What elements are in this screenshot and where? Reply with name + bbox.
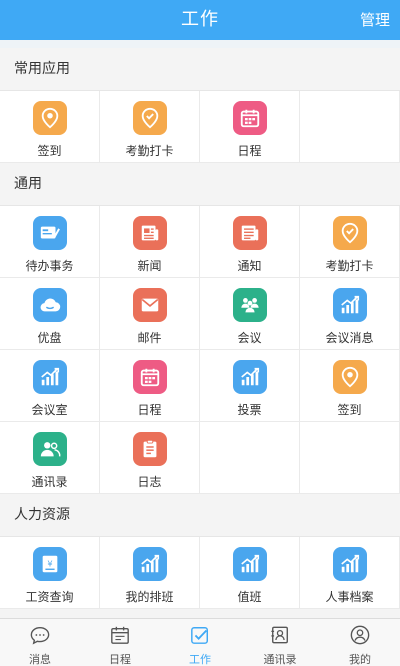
header-divider bbox=[0, 40, 400, 48]
empty-tile bbox=[300, 91, 400, 163]
app-tile-label: 待办事务 bbox=[25, 259, 74, 273]
app-tile-label: 邮件 bbox=[137, 331, 162, 345]
app-tile-general-5[interactable]: 邮件 bbox=[100, 278, 200, 350]
app-tile-common-2[interactable]: 日程 bbox=[200, 91, 300, 163]
notice-icon bbox=[232, 216, 267, 250]
tab-label: 通讯录 bbox=[263, 653, 297, 666]
empty-tile bbox=[300, 422, 400, 494]
chart-icon bbox=[32, 360, 67, 394]
hr-apps-grid: ¥ 工资查询 我的排班 值班 人事档案 bbox=[0, 536, 400, 609]
common-apps-grid: 签到 考勤打卡 日程 bbox=[0, 90, 400, 163]
app-tile-general-1[interactable]: 新闻 bbox=[100, 206, 200, 278]
mail-icon bbox=[132, 288, 167, 322]
app-tile-hr-3[interactable]: 人事档案 bbox=[300, 537, 400, 609]
section-title-hr: 人力资源 bbox=[0, 494, 400, 536]
app-tile-general-13[interactable]: 日志 bbox=[100, 422, 200, 494]
meeting-icon bbox=[232, 288, 267, 322]
tab-contacts[interactable]: 通讯录 bbox=[240, 619, 320, 666]
app-tile-general-4[interactable]: 优盘 bbox=[0, 278, 100, 350]
tab-me[interactable]: 我的 bbox=[320, 619, 400, 666]
app-tile-general-3[interactable]: 考勤打卡 bbox=[300, 206, 400, 278]
app-tile-label: 会议消息 bbox=[325, 331, 374, 345]
app-tile-general-10[interactable]: 投票 bbox=[200, 350, 300, 422]
address-book-icon bbox=[269, 625, 291, 649]
check-badge-icon bbox=[332, 216, 367, 250]
tab-label: 日程 bbox=[109, 653, 131, 666]
chart-icon bbox=[132, 547, 167, 581]
location-pin-icon bbox=[32, 101, 67, 135]
app-tile-general-12[interactable]: 通讯录 bbox=[0, 422, 100, 494]
app-tile-label: 日程 bbox=[237, 144, 262, 158]
tab-label: 消息 bbox=[29, 653, 51, 666]
newspaper-icon bbox=[132, 216, 167, 250]
chart-icon bbox=[332, 288, 367, 322]
tab-work[interactable]: 工作 bbox=[160, 619, 240, 666]
work-icon bbox=[189, 625, 211, 649]
contacts-icon bbox=[32, 432, 67, 466]
app-tile-common-0[interactable]: 签到 bbox=[0, 91, 100, 163]
app-tile-label: 优盘 bbox=[37, 331, 62, 345]
manage-button[interactable]: 管理 bbox=[360, 0, 390, 40]
tab-label: 我的 bbox=[349, 653, 371, 666]
app-tile-general-7[interactable]: 会议消息 bbox=[300, 278, 400, 350]
app-tile-label: 通知 bbox=[237, 259, 262, 273]
app-tile-label: 考勤打卡 bbox=[325, 259, 374, 273]
todo-card-icon bbox=[32, 216, 67, 250]
app-tile-hr-0[interactable]: ¥ 工资查询 bbox=[0, 537, 100, 609]
profile-icon bbox=[349, 625, 371, 649]
work-content[interactable]: 常用应用 签到 考勤打卡 日程 通用 待办事务 新闻 通知 考勤打卡 优盘 邮件 会议 会议消息会… bbox=[0, 48, 400, 626]
app-tile-general-9[interactable]: 日程 bbox=[100, 350, 200, 422]
app-tile-label: 人事档案 bbox=[325, 590, 374, 604]
message-icon bbox=[29, 625, 51, 649]
app-tile-label: 签到 bbox=[37, 144, 62, 158]
app-header: 工作 管理 bbox=[0, 0, 400, 40]
app-tile-general-0[interactable]: 待办事务 bbox=[0, 206, 100, 278]
app-tile-label: 日程 bbox=[137, 403, 162, 417]
check-badge-icon bbox=[132, 101, 167, 135]
calendar-icon bbox=[132, 360, 167, 394]
app-tile-general-11[interactable]: 签到 bbox=[300, 350, 400, 422]
app-tile-label: 考勤打卡 bbox=[125, 144, 174, 158]
chart-icon bbox=[332, 547, 367, 581]
section-title-general: 通用 bbox=[0, 163, 400, 205]
app-tile-label: 签到 bbox=[337, 403, 362, 417]
app-tile-label: 新闻 bbox=[137, 259, 162, 273]
app-tile-general-2[interactable]: 通知 bbox=[200, 206, 300, 278]
tab-messages[interactable]: 消息 bbox=[0, 619, 80, 666]
app-tile-hr-2[interactable]: 值班 bbox=[200, 537, 300, 609]
bottom-tab-bar: 消息 日程 工作 通讯录 我的 bbox=[0, 618, 400, 666]
svg-text:¥: ¥ bbox=[47, 558, 52, 568]
app-tile-general-8[interactable]: 会议室 bbox=[0, 350, 100, 422]
calendar-icon bbox=[109, 625, 131, 649]
calendar-icon bbox=[232, 101, 267, 135]
app-tile-label: 值班 bbox=[237, 590, 262, 604]
app-tile-label: 通讯录 bbox=[31, 475, 68, 489]
general-apps-grid: 待办事务 新闻 通知 考勤打卡优盘 邮件 会议 会议消息会议室 日程 投票 签到通讯录 日志 bbox=[0, 205, 400, 494]
app-tile-hr-1[interactable]: 我的排班 bbox=[100, 537, 200, 609]
tab-schedule[interactable]: 日程 bbox=[80, 619, 160, 666]
chart-icon bbox=[232, 547, 267, 581]
log-icon bbox=[132, 432, 167, 466]
cloud-icon bbox=[32, 288, 67, 322]
app-tile-label: 日志 bbox=[137, 475, 162, 489]
app-tile-label: 投票 bbox=[237, 403, 262, 417]
page-title: 工作 bbox=[181, 9, 219, 30]
empty-tile bbox=[200, 422, 300, 494]
app-tile-common-1[interactable]: 考勤打卡 bbox=[100, 91, 200, 163]
app-tile-label: 会议 bbox=[237, 331, 262, 345]
salary-icon: ¥ bbox=[32, 547, 67, 581]
tab-label: 工作 bbox=[189, 653, 211, 666]
app-tile-general-6[interactable]: 会议 bbox=[200, 278, 300, 350]
app-tile-label: 工资查询 bbox=[25, 590, 74, 604]
app-tile-label: 我的排班 bbox=[125, 590, 174, 604]
section-title-common: 常用应用 bbox=[0, 48, 400, 90]
app-tile-label: 会议室 bbox=[31, 403, 68, 417]
chart-icon bbox=[232, 360, 267, 394]
location-pin-icon bbox=[332, 360, 367, 394]
